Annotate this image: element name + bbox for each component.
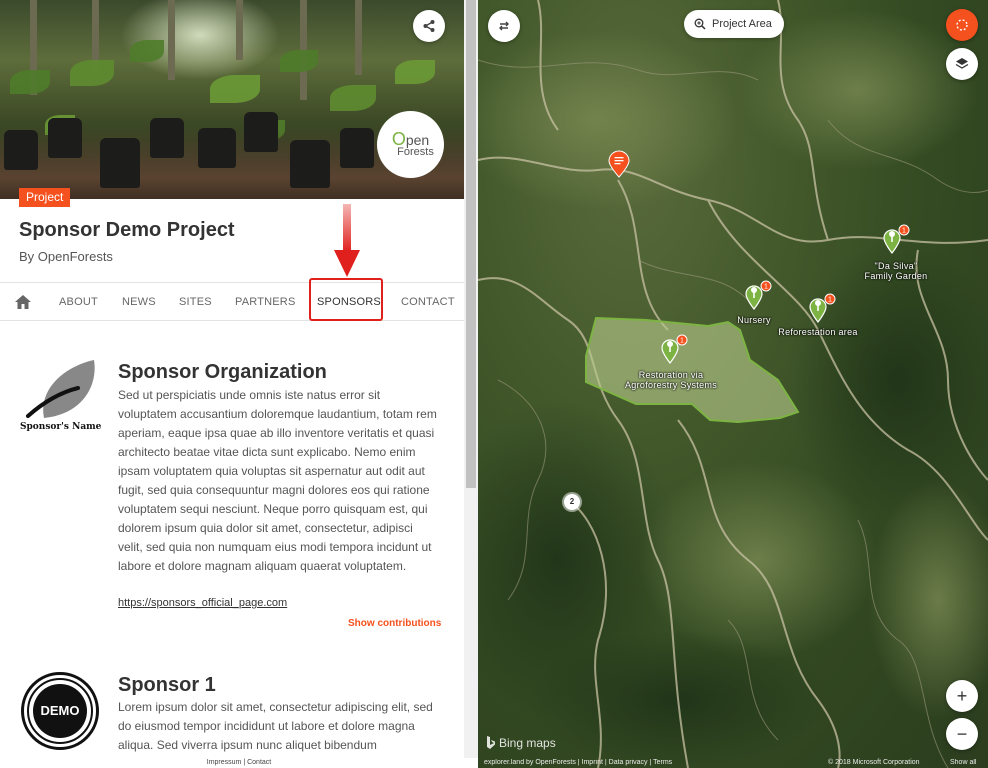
- share-button[interactable]: [413, 10, 445, 42]
- zoom-out-button[interactable]: −: [946, 718, 978, 750]
- map-attribution-links[interactable]: explorer.land by OpenForests | Imprint |…: [484, 759, 672, 766]
- loading-button[interactable]: [946, 9, 978, 41]
- svg-text:1: 1: [680, 338, 684, 345]
- project-area-button[interactable]: Project Area: [684, 10, 784, 38]
- scrollbar-thumb[interactable]: [466, 0, 476, 488]
- collapse-panel-button[interactable]: [488, 10, 520, 42]
- swap-arrows-icon: [499, 21, 509, 31]
- project-area-label: Project Area: [712, 18, 772, 30]
- document-marker-icon[interactable]: [608, 150, 630, 178]
- sponsor-description: Sed ut perspiciatis unde omnis iste natu…: [118, 388, 437, 573]
- impressum-link[interactable]: Impressum: [207, 759, 242, 766]
- panel-footer: Impressum | Contact: [0, 758, 478, 768]
- plus-icon: +: [956, 685, 968, 706]
- site-marker-da-silva[interactable]: 1: [882, 224, 910, 259]
- tree-marker-icon: 1: [661, 334, 688, 364]
- site-marker-agroforestry[interactable]: 1: [660, 334, 688, 369]
- minus-icon: −: [956, 723, 968, 744]
- contact-link[interactable]: Contact: [247, 759, 271, 766]
- marker-label-da-silva: "Da Silva" Family Garden: [864, 261, 928, 281]
- satellite-terrain: [478, 0, 988, 768]
- demo-logo-text: DEMO: [33, 684, 87, 738]
- tree-marker-icon: 1: [809, 293, 836, 323]
- map-copyright: © 2018 Microsoft Corporation: [828, 759, 920, 766]
- bing-maps-logo: Bing maps: [486, 736, 556, 750]
- layers-icon: [955, 58, 969, 69]
- red-arrow-annotation: [334, 204, 360, 277]
- project-nav-tabs: ABOUT NEWS SITES PARTNERS SPONSORS CONTA…: [0, 282, 464, 321]
- panel-scrollbar[interactable]: [464, 0, 478, 758]
- svg-text:1: 1: [902, 228, 906, 235]
- openforests-logo: Open Forests: [377, 111, 444, 178]
- sponsor-logo: DEMO: [21, 672, 99, 750]
- leaf-logo-icon: [26, 360, 95, 418]
- tab-news[interactable]: NEWS: [122, 283, 156, 321]
- marker-label-nursery: Nursery: [737, 315, 771, 325]
- project-badge: Project: [19, 188, 71, 207]
- tree-marker-icon: 1: [745, 280, 772, 310]
- sponsor-description: Lorem ipsum dolor sit amet, consectetur …: [118, 700, 433, 752]
- svg-text:1: 1: [828, 297, 832, 304]
- marker-cluster[interactable]: 2: [564, 494, 580, 510]
- sponsor-name: Sponsor 1: [118, 674, 216, 696]
- project-title: Sponsor Demo Project: [19, 219, 235, 241]
- tab-sites[interactable]: SITES: [179, 283, 212, 321]
- svg-text:1: 1: [764, 284, 768, 291]
- tab-about[interactable]: ABOUT: [59, 283, 98, 321]
- show-all-link[interactable]: Show all: [950, 759, 976, 766]
- tree-marker-icon: 1: [883, 224, 910, 254]
- project-panel: Open Forests Project Sponsor Demo Projec…: [0, 0, 464, 758]
- sponsors-tab-highlight: [309, 278, 383, 321]
- site-marker-reforestation[interactable]: 1: [808, 293, 836, 328]
- tab-contact[interactable]: CONTACT: [401, 283, 455, 321]
- home-icon[interactable]: [14, 293, 32, 311]
- search-zoom-icon: [694, 18, 706, 30]
- project-byline: By OpenForests: [19, 249, 113, 264]
- marker-label-reforestation: Reforestation area: [778, 327, 858, 337]
- sponsor-name: Sponsor Organization: [118, 361, 327, 383]
- zoom-in-button[interactable]: +: [946, 680, 978, 712]
- show-contributions-link[interactable]: Show contributions: [348, 618, 441, 629]
- site-marker-nursery[interactable]: 1: [744, 280, 772, 315]
- sponsor-logo: Sponsor's Name: [18, 358, 102, 438]
- footer-separator: |: [243, 759, 246, 766]
- loading-spinner-icon: [956, 19, 968, 31]
- share-icon: [423, 20, 435, 32]
- satellite-map[interactable]: Project Area 1 "Da Silva" Family Garden: [478, 0, 988, 768]
- map-layers-button[interactable]: [946, 48, 978, 80]
- tab-partners[interactable]: PARTNERS: [235, 283, 295, 321]
- sponsor-logo-caption: Sponsor's Name: [20, 422, 102, 432]
- bing-logo-icon: [487, 736, 495, 749]
- marker-label-agroforestry: Restoration via Agroforestry Systems: [624, 370, 718, 390]
- sponsor-website-link[interactable]: https://sponsors_official_page.com: [118, 597, 287, 609]
